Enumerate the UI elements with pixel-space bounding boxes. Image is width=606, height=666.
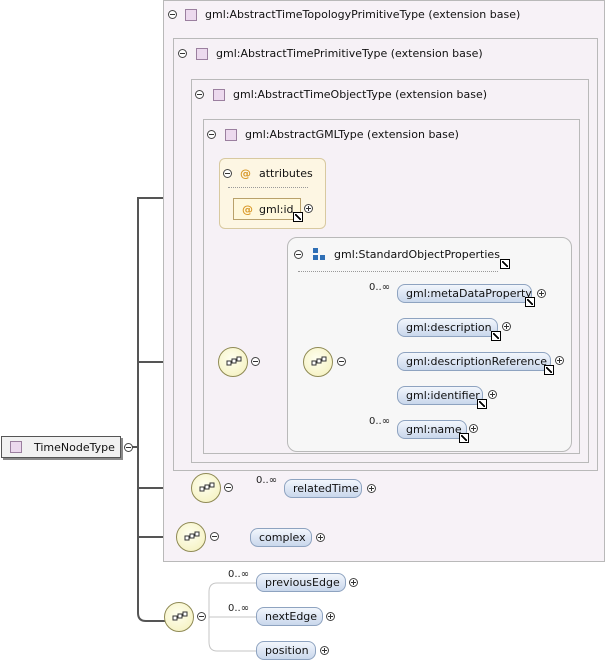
complex-type-icon	[213, 88, 225, 101]
attributes-header: @ attributes	[223, 167, 313, 180]
element-meta-data-property[interactable]: gml:metaDataProperty	[397, 284, 532, 303]
extension-label: gml:AbstractTimeTopologyPrimitiveType (e…	[205, 8, 521, 21]
expand-toggle[interactable]	[488, 390, 497, 399]
expand-toggle[interactable]	[349, 578, 358, 587]
collapse-toggle[interactable]	[207, 130, 216, 139]
extension-label: gml:AbstractGMLType (extension base)	[245, 128, 459, 141]
attribute-label: gml:id	[259, 202, 294, 216]
expand-toggle[interactable]	[469, 424, 478, 433]
element-description[interactable]: gml:description	[397, 318, 498, 337]
complex-type-icon	[225, 128, 237, 141]
sequence-compositor[interactable]	[164, 602, 194, 632]
attribute-icon: @	[240, 167, 251, 180]
element-identifier[interactable]: gml:identifier	[397, 386, 483, 405]
attributes-label: attributes	[259, 167, 313, 180]
separator	[228, 187, 308, 189]
group-header: gml:StandardObjectProperties	[294, 247, 500, 261]
collapse-toggle[interactable]	[337, 357, 346, 366]
collapse-toggle[interactable]	[195, 90, 204, 99]
complex-type-icon	[196, 47, 208, 60]
expand-toggle[interactable]	[537, 289, 546, 298]
link-arrow-icon[interactable]	[500, 259, 510, 269]
collapse-toggle[interactable]	[223, 169, 232, 178]
complex-type-icon	[10, 441, 22, 453]
attribute-icon: @	[242, 202, 253, 216]
collapse-toggle[interactable]	[124, 443, 133, 452]
extension-header-primitive: gml:AbstractTimePrimitiveType (extension…	[178, 47, 483, 60]
link-arrow-icon[interactable]	[293, 212, 303, 222]
separator	[298, 271, 498, 273]
expand-toggle[interactable]	[555, 356, 564, 365]
collapse-toggle[interactable]	[294, 249, 303, 259]
group-icon	[313, 248, 325, 260]
element-description-reference[interactable]: gml:descriptionReference	[397, 352, 551, 371]
link-arrow-icon[interactable]	[544, 365, 554, 375]
element-label: gml:metaDataProperty	[406, 287, 532, 300]
cardinality-label: 0..∞	[228, 603, 250, 614]
element-label: nextEdge	[265, 610, 318, 623]
element-position[interactable]: position	[256, 641, 316, 660]
expand-toggle[interactable]	[316, 533, 325, 542]
expand-toggle[interactable]	[502, 322, 511, 331]
element-label: previousEdge	[265, 576, 340, 589]
collapse-toggle[interactable]	[251, 357, 260, 366]
group-label: gml:StandardObjectProperties	[334, 247, 500, 261]
root-type-node[interactable]: TimeNodeType	[1, 436, 121, 458]
element-label: gml:description	[406, 321, 492, 334]
element-label: complex	[259, 531, 306, 544]
collapse-toggle[interactable]	[224, 483, 233, 492]
extension-label: gml:AbstractTimeObjectType (extension ba…	[233, 88, 488, 101]
collapse-toggle[interactable]	[197, 612, 206, 621]
element-label: gml:name	[406, 423, 462, 436]
element-related-time[interactable]: relatedTime	[284, 479, 362, 498]
expand-toggle[interactable]	[320, 646, 329, 655]
link-arrow-icon[interactable]	[459, 433, 469, 443]
link-arrow-icon[interactable]	[525, 297, 535, 307]
cardinality-label: 0..∞	[228, 569, 250, 580]
sequence-compositor[interactable]	[218, 347, 248, 377]
element-label: gml:identifier	[406, 389, 480, 402]
element-next-edge[interactable]: nextEdge	[256, 607, 323, 626]
element-name[interactable]: gml:name	[397, 420, 467, 439]
element-label: gml:descriptionReference	[406, 355, 548, 368]
attribute-gml-id[interactable]: @ gml:id	[233, 198, 301, 220]
extension-header-object: gml:AbstractTimeObjectType (extension ba…	[195, 88, 487, 101]
element-previous-edge[interactable]: previousEdge	[256, 573, 346, 592]
expand-toggle[interactable]	[304, 204, 313, 213]
link-arrow-icon[interactable]	[491, 331, 501, 341]
sequence-compositor[interactable]	[303, 347, 333, 377]
cardinality-label: 0..∞	[256, 475, 278, 486]
sequence-compositor[interactable]	[191, 473, 221, 503]
element-label: position	[265, 644, 309, 657]
element-label: relatedTime	[293, 482, 359, 495]
root-label: TimeNodeType	[34, 440, 115, 454]
sequence-compositor[interactable]	[176, 522, 206, 552]
extension-header-gml: gml:AbstractGMLType (extension base)	[207, 128, 459, 141]
complex-type-icon	[185, 8, 197, 21]
collapse-toggle[interactable]	[178, 49, 187, 58]
element-complex[interactable]: complex	[250, 528, 312, 547]
expand-toggle[interactable]	[326, 612, 335, 621]
collapse-toggle[interactable]	[210, 532, 219, 541]
expand-toggle[interactable]	[367, 484, 376, 493]
extension-label: gml:AbstractTimePrimitiveType (extension…	[216, 47, 483, 60]
collapse-toggle[interactable]	[168, 10, 177, 19]
link-arrow-icon[interactable]	[477, 399, 487, 409]
cardinality-label: 0..∞	[369, 282, 391, 293]
cardinality-label: 0..∞	[369, 416, 391, 427]
extension-header-topology: gml:AbstractTimeTopologyPrimitiveType (e…	[168, 8, 520, 21]
